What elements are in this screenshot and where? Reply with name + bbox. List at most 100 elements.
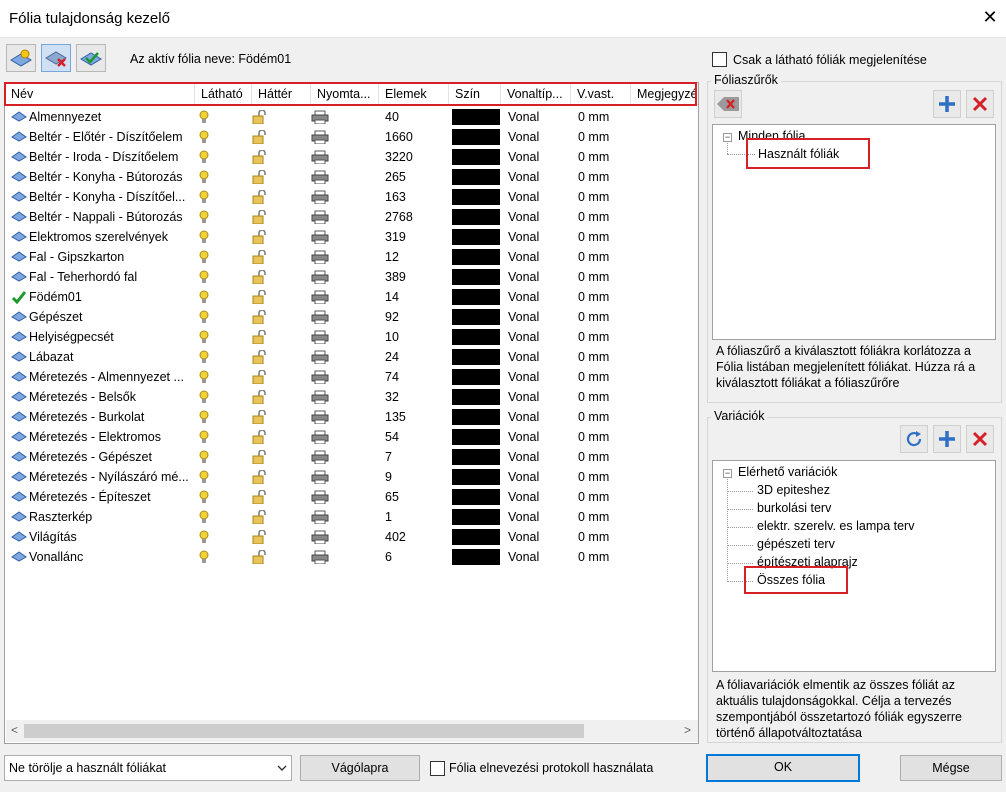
tree-item-available-variations[interactable]: Elérhető variációk [738, 465, 837, 479]
line-weight[interactable]: 0 mm [578, 427, 609, 447]
layer-name[interactable]: Helyiségpecsét [29, 327, 195, 347]
table-row[interactable]: Raszterkép 1 Vonal 0 mm [5, 507, 698, 527]
unlock-icon[interactable] [251, 510, 269, 524]
unlock-icon[interactable] [251, 190, 269, 204]
new-layer-button[interactable] [6, 44, 36, 72]
line-weight[interactable]: 0 mm [578, 547, 609, 567]
lightbulb-icon[interactable] [198, 230, 210, 244]
unlock-icon[interactable] [251, 370, 269, 384]
line-type[interactable]: Vonal [508, 487, 539, 507]
table-row[interactable]: Fal - Gipszkarton 12 Vonal 0 mm [5, 247, 698, 267]
line-weight[interactable]: 0 mm [578, 227, 609, 247]
unlock-icon[interactable] [251, 470, 269, 484]
table-row[interactable]: Méretezés - Nyílászáró mé... 9 Vonal 0 mm [5, 467, 698, 487]
unlock-icon[interactable] [251, 250, 269, 264]
line-weight[interactable]: 0 mm [578, 287, 609, 307]
layer-name[interactable]: Vonallánc [29, 547, 195, 567]
layer-name[interactable]: Beltér - Előtér - Díszítőelem [29, 127, 195, 147]
clipboard-button[interactable]: Vágólapra [300, 755, 420, 781]
printer-icon[interactable] [311, 150, 329, 164]
unlock-icon[interactable] [251, 310, 269, 324]
unlock-icon[interactable] [251, 130, 269, 144]
line-type[interactable]: Vonal [508, 127, 539, 147]
visible-only-checkbox[interactable] [712, 52, 727, 67]
unlock-icon[interactable] [251, 390, 269, 404]
lightbulb-icon[interactable] [198, 190, 210, 204]
printer-icon[interactable] [311, 390, 329, 404]
printer-icon[interactable] [311, 250, 329, 264]
lightbulb-icon[interactable] [198, 150, 210, 164]
color-swatch[interactable] [452, 549, 500, 565]
column-header-name[interactable]: Név [5, 83, 195, 105]
color-swatch[interactable] [452, 529, 500, 545]
layer-name[interactable]: Fal - Teherhordó fal [29, 267, 195, 287]
scroll-right-icon[interactable]: > [684, 723, 691, 737]
color-swatch[interactable] [452, 429, 500, 445]
color-swatch[interactable] [452, 249, 500, 265]
unlock-icon[interactable] [251, 270, 269, 284]
refresh-variation-button[interactable] [900, 425, 928, 453]
layer-name[interactable]: Beltér - Konyha - Díszítőel... [29, 187, 195, 207]
color-swatch[interactable] [452, 309, 500, 325]
printer-icon[interactable] [311, 190, 329, 204]
lightbulb-icon[interactable] [198, 170, 210, 184]
unlock-icon[interactable] [251, 150, 269, 164]
filters-tree[interactable]: − Minden fólia Használt fóliák [712, 124, 996, 340]
unlock-icon[interactable] [251, 110, 269, 124]
scroll-left-icon[interactable]: < [11, 723, 18, 737]
line-type[interactable]: Vonal [508, 407, 539, 427]
line-type[interactable]: Vonal [508, 427, 539, 447]
table-row[interactable]: Beltér - Konyha - Bútorozás 265 Vonal 0 mm [5, 167, 698, 187]
layer-name[interactable]: Méretezés - Nyílászáró mé... [29, 467, 195, 487]
color-swatch[interactable] [452, 209, 500, 225]
printer-icon[interactable] [311, 450, 329, 464]
unlock-icon[interactable] [251, 490, 269, 504]
printer-icon[interactable] [311, 470, 329, 484]
lightbulb-icon[interactable] [198, 310, 210, 324]
layer-name[interactable]: Raszterkép [29, 507, 195, 527]
tree-item-variation[interactable]: elektr. szerelv. es lampa terv [757, 519, 914, 533]
line-type[interactable]: Vonal [508, 447, 539, 467]
line-type[interactable]: Vonal [508, 527, 539, 547]
printer-icon[interactable] [311, 490, 329, 504]
line-weight[interactable]: 0 mm [578, 107, 609, 127]
printer-icon[interactable] [311, 370, 329, 384]
layer-name[interactable]: Méretezés - Almennyezet ... [29, 367, 195, 387]
lightbulb-icon[interactable] [198, 110, 210, 124]
line-weight[interactable]: 0 mm [578, 347, 609, 367]
table-row[interactable]: Fal - Teherhordó fal 389 Vonal 0 mm [5, 267, 698, 287]
color-swatch[interactable] [452, 229, 500, 245]
remove-filter-button[interactable] [966, 90, 994, 118]
line-type[interactable]: Vonal [508, 247, 539, 267]
line-weight[interactable]: 0 mm [578, 207, 609, 227]
table-row[interactable]: Almennyezet 40 Vonal 0 mm [5, 107, 698, 127]
color-swatch[interactable] [452, 129, 500, 145]
layer-name[interactable]: Gépészet [29, 307, 195, 327]
line-weight[interactable]: 0 mm [578, 507, 609, 527]
layer-name[interactable]: Fal - Gipszkarton [29, 247, 195, 267]
printer-icon[interactable] [311, 530, 329, 544]
table-row[interactable]: Méretezés - Elektromos 54 Vonal 0 mm [5, 427, 698, 447]
color-swatch[interactable] [452, 169, 500, 185]
table-row[interactable]: Méretezés - Almennyezet ... 74 Vonal 0 mm [5, 367, 698, 387]
lightbulb-icon[interactable] [198, 130, 210, 144]
printer-icon[interactable] [311, 290, 329, 304]
table-row[interactable]: Beltér - Előtér - Díszítőelem 1660 Vonal 0 … [5, 127, 698, 147]
line-weight[interactable]: 0 mm [578, 407, 609, 427]
line-type[interactable]: Vonal [508, 547, 539, 567]
unlock-icon[interactable] [251, 290, 269, 304]
lightbulb-icon[interactable] [198, 250, 210, 264]
table-row[interactable]: Beltér - Iroda - Díszítőelem 3220 Vonal 0 m… [5, 147, 698, 167]
color-swatch[interactable] [452, 349, 500, 365]
line-type[interactable]: Vonal [508, 147, 539, 167]
color-swatch[interactable] [452, 469, 500, 485]
column-header-visible[interactable]: Látható [195, 83, 252, 105]
column-header-color[interactable]: Szín [449, 83, 501, 105]
line-weight[interactable]: 0 mm [578, 467, 609, 487]
table-row[interactable]: Világítás 402 Vonal 0 mm [5, 527, 698, 547]
unlock-icon[interactable] [251, 450, 269, 464]
table-row[interactable]: Elektromos szerelvények 319 Vonal 0 mm [5, 227, 698, 247]
column-header-print[interactable]: Nyomta... [311, 83, 379, 105]
table-row[interactable]: Lábazat 24 Vonal 0 mm [5, 347, 698, 367]
line-weight[interactable]: 0 mm [578, 167, 609, 187]
